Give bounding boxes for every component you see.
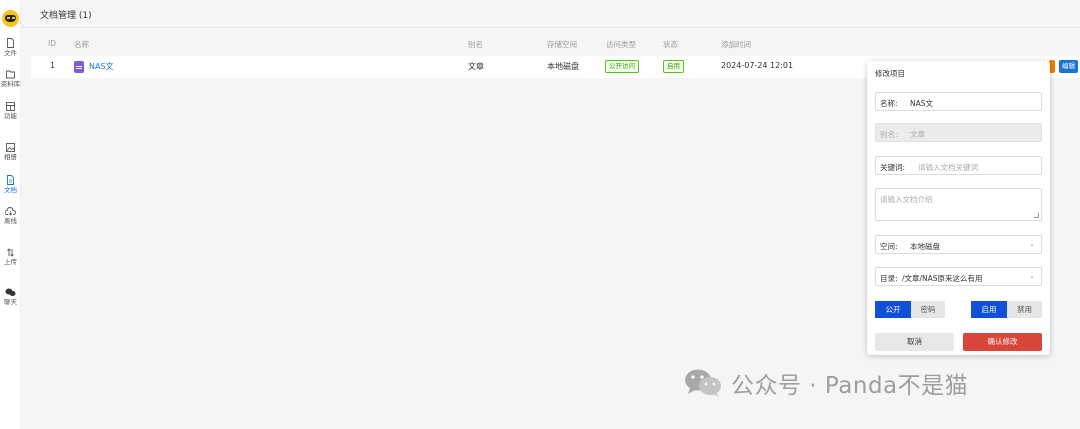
name-value: NAS文 (910, 99, 934, 108)
status-enable-option[interactable]: 启用 (971, 301, 1007, 318)
table-header: ID 名称 别名 存储空间 访问类型 状态 添加时间 (31, 34, 1080, 54)
name-label: 名称: (880, 99, 898, 108)
sidebar-item-files[interactable]: 文件 (0, 38, 21, 57)
image-icon (6, 143, 15, 152)
row-added-time: 2024-07-24 12:01 (721, 61, 794, 70)
alias-label: 别名: (880, 130, 898, 139)
sidebar-item-label: 相册 (4, 153, 17, 161)
watermark-text: 公众号 · Panda不是猫 (731, 373, 969, 399)
sidebar-item-label: 文件 (4, 49, 17, 57)
alias-field: 别名: 文章 (875, 123, 1042, 142)
document-icon (7, 175, 14, 185)
file-icon (7, 38, 14, 48)
sidebar-item-chat[interactable]: 聊天 (0, 288, 21, 306)
sidebar-item-label: 聊天 (4, 298, 17, 306)
access-public-option[interactable]: 公开 (875, 301, 911, 318)
sidebar-item-label: 资料库 (0, 80, 21, 88)
sidebar: 文件 资料库 功能 相册 文档 离线 上传 聊天 (0, 0, 21, 429)
cancel-button[interactable]: 取消 (875, 333, 954, 351)
chevron-down-icon: ⌄ (1029, 240, 1035, 248)
directory-select[interactable]: 目录: /文章/NAS原来这么有用 ⌄ (875, 267, 1042, 286)
sidebar-item-label: 功能 (4, 112, 17, 120)
status-toggle: 启用 禁用 (971, 301, 1042, 318)
document-file-icon (74, 61, 84, 73)
folder-open-icon (5, 70, 15, 79)
sidebar-item-label: 上传 (4, 258, 17, 266)
sidebar-item-upload[interactable]: 上传 (0, 248, 21, 266)
page-title: 文档管理 (1) (40, 11, 92, 21)
row-name-link[interactable]: NAS文 (89, 61, 114, 72)
grid-icon (6, 102, 15, 111)
row-alias: 文章 (468, 62, 484, 71)
panel-title: 修改项目 (875, 69, 905, 78)
resize-handle-icon[interactable] (1034, 213, 1039, 218)
space-value: 本地磁盘 (910, 242, 940, 251)
intro-textarea[interactable]: 请输入文档介绍 (875, 188, 1042, 221)
name-field[interactable]: 名称: NAS文 (875, 92, 1042, 111)
column-header-alias: 别名 (468, 40, 483, 49)
column-header-id: ID (48, 39, 56, 48)
page-header: 文档管理 (1) (21, 0, 1080, 28)
space-label: 空间: (880, 242, 898, 251)
upload-arrows-icon (7, 248, 14, 257)
space-select[interactable]: 空间: 本地磁盘 ⌄ (875, 235, 1042, 254)
column-header-status: 状态 (663, 40, 678, 49)
row-id: 1 (50, 61, 56, 70)
status-badge: 启用 (663, 60, 684, 73)
sidebar-item-label: 离线 (4, 217, 17, 225)
confirm-button[interactable]: 确认修改 (963, 333, 1042, 351)
access-badge: 公开访问 (605, 60, 639, 73)
watermark: 公众号 · Panda不是猫 (683, 366, 968, 400)
column-header-access: 访问类型 (606, 40, 636, 49)
access-password-option[interactable]: 密码 (911, 301, 945, 318)
edit-button[interactable]: 编辑 (1059, 60, 1078, 73)
cloud-download-icon (5, 207, 16, 216)
sidebar-item-album[interactable]: 相册 (0, 143, 21, 161)
intro-placeholder: 请输入文档介绍 (880, 195, 933, 204)
chevron-down-icon: ⌄ (1029, 272, 1035, 280)
alias-value: 文章 (910, 130, 925, 139)
chat-icon (5, 288, 16, 296)
column-header-storage: 存储空间 (547, 40, 577, 49)
avatar[interactable] (2, 10, 19, 27)
row-storage: 本地磁盘 (547, 62, 579, 71)
sidebar-item-label: 文档 (4, 186, 17, 194)
sidebar-item-library[interactable]: 资料库 (0, 70, 21, 88)
keyword-field[interactable]: 关键词: 请输入文档关键词 (875, 156, 1042, 175)
keyword-placeholder: 请输入文档关键词 (918, 163, 978, 172)
directory-label: 目录: (880, 274, 898, 283)
edit-project-panel: 修改项目 名称: NAS文 别名: 文章 关键词: 请输入文档关键词 请输入文档… (867, 61, 1050, 355)
column-header-name: 名称 (74, 40, 89, 49)
sidebar-item-documents[interactable]: 文档 (0, 175, 21, 194)
access-toggle: 公开 密码 (875, 301, 945, 318)
keyword-label: 关键词: (880, 163, 906, 172)
status-disable-option[interactable]: 禁用 (1007, 301, 1042, 318)
sidebar-item-offline[interactable]: 离线 (0, 207, 21, 225)
wechat-icon (685, 369, 721, 397)
sidebar-item-functions[interactable]: 功能 (0, 102, 21, 120)
column-header-added: 添加时间 (721, 40, 751, 49)
directory-value: /文章/NAS原来这么有用 (902, 274, 983, 283)
